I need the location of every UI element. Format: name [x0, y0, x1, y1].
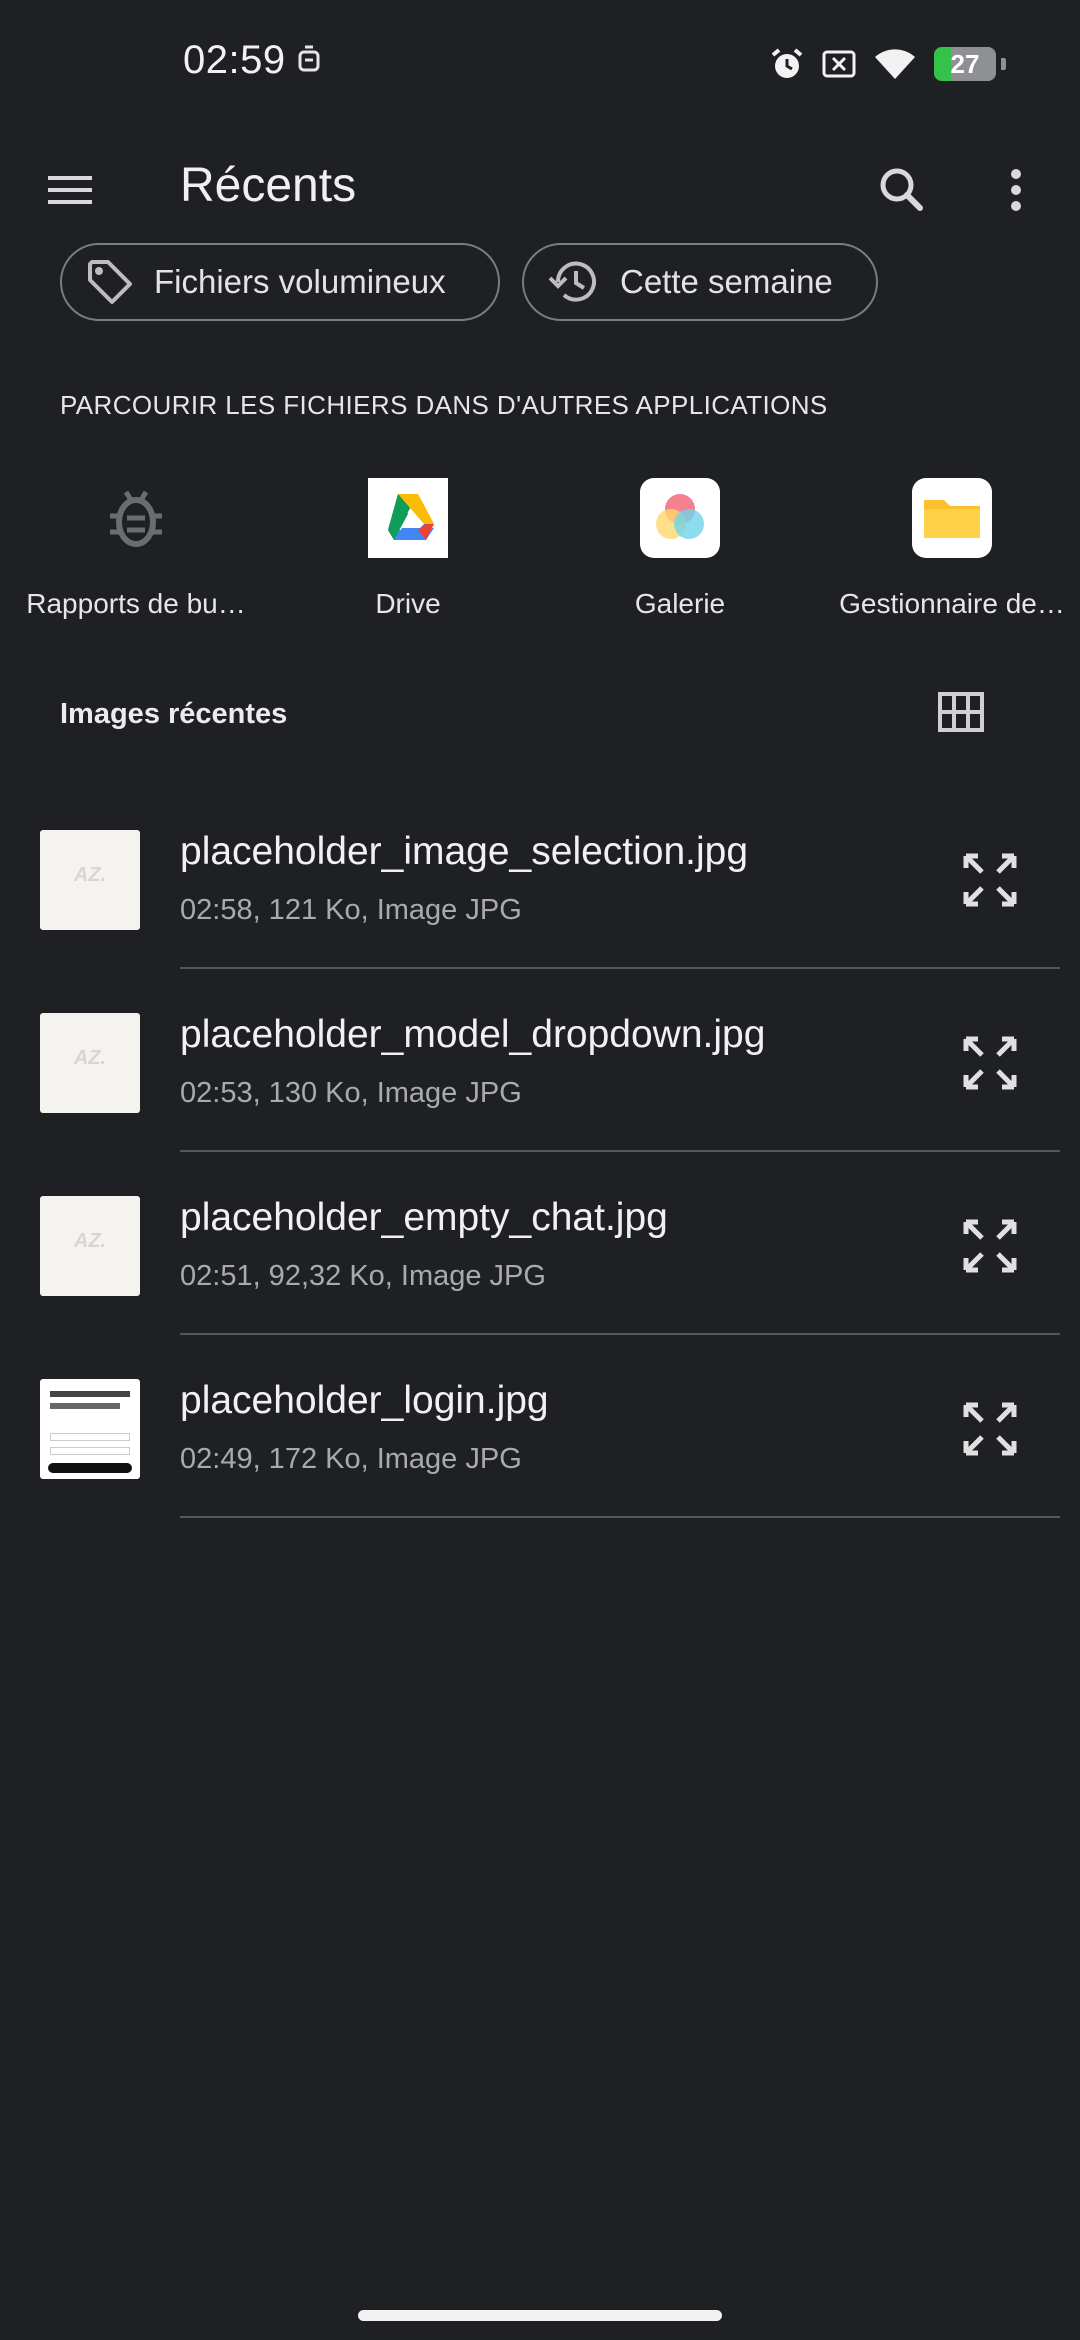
recent-images-title: Images récentes — [60, 698, 288, 730]
google-drive-icon — [368, 478, 448, 558]
filter-chip-label: Cette semaine — [620, 263, 833, 300]
file-name: placeholder_image_selection.jpg — [180, 830, 749, 873]
app-label: Gestionnaire de… — [839, 588, 1065, 619]
file-row[interactable]: AZ. placeholder_image_selection.jpg 02:5… — [0, 830, 1080, 1013]
expand-icon[interactable] — [960, 1399, 1020, 1459]
sim-off-icon — [822, 50, 856, 78]
filter-chip-large-files[interactable]: Fichiers volumineux — [60, 243, 500, 321]
expand-icon[interactable] — [960, 1033, 1020, 1093]
page-title: Récents — [180, 159, 357, 212]
row-divider — [180, 1516, 1060, 1518]
home-indicator[interactable] — [358, 2310, 722, 2321]
file-thumbnail: AZ. — [40, 1196, 140, 1296]
expand-icon[interactable] — [960, 1216, 1020, 1276]
row-divider — [180, 1333, 1060, 1335]
app-gallery[interactable]: Galerie — [544, 478, 816, 638]
row-divider — [180, 1150, 1060, 1152]
status-time: 02:59 — [183, 38, 286, 82]
file-row[interactable]: placeholder_login.jpg 02:49, 172 Ko, Ima… — [0, 1379, 1080, 1562]
file-meta: 02:49, 172 Ko, Image JPG — [180, 1443, 522, 1475]
app-label: Drive — [375, 588, 441, 619]
alarm-icon — [771, 48, 803, 78]
history-icon — [548, 261, 596, 302]
app-label: Rapports de bu… — [26, 588, 246, 619]
file-name: placeholder_empty_chat.jpg — [180, 1196, 668, 1239]
expand-icon[interactable] — [960, 850, 1020, 910]
battery-percent: 27 — [950, 49, 980, 79]
menu-icon[interactable] — [36, 156, 104, 224]
filter-chip-this-week[interactable]: Cette semaine — [522, 243, 878, 321]
file-row[interactable]: AZ. placeholder_empty_chat.jpg 02:51, 92… — [0, 1196, 1080, 1379]
file-name: placeholder_login.jpg — [180, 1379, 549, 1422]
file-thumbnail: AZ. — [40, 830, 140, 930]
file-name: placeholder_model_dropdown.jpg — [180, 1013, 766, 1056]
notification-robot-icon — [298, 45, 320, 72]
folder-icon — [912, 478, 992, 558]
app-label: Galerie — [634, 588, 726, 619]
app-drive[interactable]: Drive — [272, 478, 544, 638]
file-meta: 02:53, 130 Ko, Image JPG — [180, 1077, 522, 1109]
file-meta: 02:58, 121 Ko, Image JPG — [180, 894, 522, 926]
search-icon[interactable] — [866, 154, 938, 226]
bug-icon — [110, 490, 162, 547]
browse-apps-row: Rapports de bu… Drive Galerie Gestionnai… — [0, 478, 1080, 638]
row-divider — [180, 967, 1060, 969]
battery-charging-icon: 27 — [934, 47, 1006, 81]
grid-view-icon[interactable] — [934, 688, 992, 738]
gallery-icon — [640, 478, 720, 558]
file-thumbnail — [40, 1379, 140, 1479]
filter-chip-label: Fichiers volumineux — [154, 263, 446, 300]
app-bug-reports[interactable]: Rapports de bu… — [0, 478, 272, 638]
tag-icon — [88, 260, 132, 304]
app-file-manager[interactable]: Gestionnaire de… — [816, 478, 1080, 638]
file-meta: 02:51, 92,32 Ko, Image JPG — [180, 1260, 546, 1292]
file-thumbnail: AZ. — [40, 1013, 140, 1113]
browse-section-title: PARCOURIR LES FICHIERS DANS D'AUTRES APP… — [60, 390, 828, 420]
wifi-icon — [875, 49, 915, 79]
more-vert-icon[interactable] — [980, 154, 1052, 226]
file-row[interactable]: AZ. placeholder_model_dropdown.jpg 02:53… — [0, 1013, 1080, 1196]
status-bar: 02:59 27 — [0, 0, 1080, 126]
